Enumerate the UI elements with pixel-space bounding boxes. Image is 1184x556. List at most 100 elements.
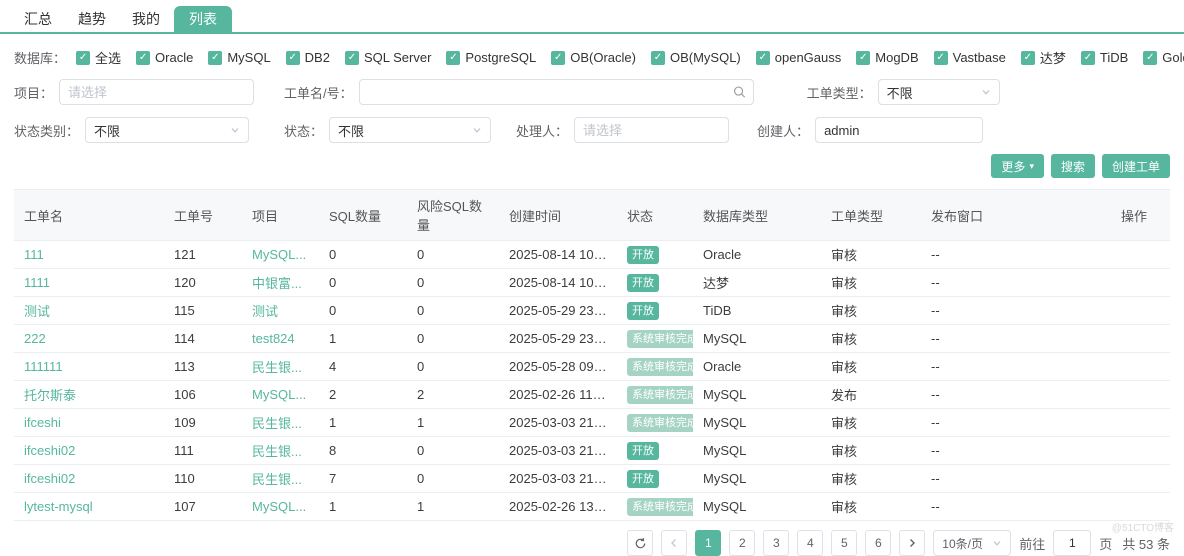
order-name-link[interactable]: lytest-mysql	[24, 499, 93, 514]
next-page-button[interactable]	[899, 530, 925, 556]
search-button[interactable]: 搜索	[1051, 154, 1095, 178]
column-header: 工单名	[14, 190, 164, 241]
handler-select-input[interactable]	[574, 117, 729, 143]
column-header: 创建时间	[499, 190, 617, 241]
order-name-link[interactable]: 111	[24, 247, 44, 262]
project-cell: 民生银...	[242, 409, 319, 437]
db-option-GoldenDB[interactable]: ✓GoldenDB	[1143, 50, 1184, 65]
page-button-5[interactable]: 5	[831, 530, 857, 556]
project-link[interactable]: test824	[252, 331, 295, 346]
order-type-cell: 审核	[821, 269, 921, 297]
page-button-4[interactable]: 4	[797, 530, 823, 556]
order-type-value: 不限	[887, 83, 913, 102]
order-type-cell: 审核	[821, 409, 921, 437]
tab-我的[interactable]: 我的	[120, 6, 172, 32]
tab-列表[interactable]: 列表	[174, 6, 232, 32]
page-numbers: 123456	[695, 530, 891, 556]
db-option-全选[interactable]: ✓全选	[76, 48, 121, 67]
sql-count-cell: 0	[319, 269, 407, 297]
db-option-label: TiDB	[1100, 50, 1128, 65]
page-button-1[interactable]: 1	[695, 530, 721, 556]
handler-label: 处理人：	[516, 121, 568, 140]
project-link[interactable]: MySQL...	[252, 499, 306, 514]
db-type-cell: MySQL	[693, 493, 821, 521]
project-link[interactable]: MySQL...	[252, 387, 306, 402]
db-option-Oracle[interactable]: ✓Oracle	[136, 50, 193, 65]
more-button[interactable]: 更多 ▾	[991, 154, 1044, 178]
workorder-list-page: 汇总趋势我的列表 数据库： ✓全选✓Oracle✓MySQL✓DB2✓SQL S…	[0, 0, 1184, 556]
db-option-MogDB[interactable]: ✓MogDB	[856, 50, 918, 65]
chevron-left-icon	[669, 538, 679, 548]
status-select[interactable]: 不限	[329, 117, 491, 143]
db-type-cell: MySQL	[693, 465, 821, 493]
db-type-cell: TiDB	[693, 297, 821, 325]
project-link[interactable]: 民生银...	[252, 360, 302, 375]
status-badge: 系统审核完成	[627, 414, 693, 432]
order-name-link[interactable]: ifceshi02	[24, 443, 75, 458]
status-badge: 开放	[627, 274, 659, 292]
page-button-2[interactable]: 2	[729, 530, 755, 556]
status-category-select[interactable]: 不限	[85, 117, 249, 143]
db-option-SQL Server[interactable]: ✓SQL Server	[345, 50, 431, 65]
status-badge: 开放	[627, 470, 659, 488]
status-cell: 系统审核完成	[617, 409, 693, 437]
order-name-link[interactable]: ifceshi02	[24, 471, 75, 486]
db-option-OB(MySQL)[interactable]: ✓OB(MySQL)	[651, 50, 741, 65]
db-option-达梦[interactable]: ✓达梦	[1021, 48, 1066, 67]
create-order-button[interactable]: 创建工单	[1102, 154, 1170, 178]
order-type-cell: 审核	[821, 325, 921, 353]
creator-filter: 创建人：	[757, 117, 983, 143]
created-time-cell: 2025-05-29 23:18:52	[499, 325, 617, 353]
db-option-PostgreSQL[interactable]: ✓PostgreSQL	[446, 50, 536, 65]
db-option-label: GoldenDB	[1162, 50, 1184, 65]
creator-input[interactable]	[815, 117, 983, 143]
order-name-label: 工单名/号：	[284, 83, 353, 102]
project-link[interactable]: 民生银...	[252, 472, 302, 487]
operations-cell	[1111, 409, 1170, 437]
db-option-Vastbase[interactable]: ✓Vastbase	[934, 50, 1006, 65]
sql-count-cell: 0	[319, 297, 407, 325]
order-name-link[interactable]: 111111	[24, 359, 63, 374]
sql-count-cell: 4	[319, 353, 407, 381]
project-link[interactable]: 民生银...	[252, 444, 302, 459]
table-body: 111 121 MySQL... 0 0 2025-08-14 10:44:33…	[14, 241, 1170, 521]
order-name-link[interactable]: 测试	[24, 304, 50, 319]
db-option-TiDB[interactable]: ✓TiDB	[1081, 50, 1128, 65]
project-link[interactable]: 民生银...	[252, 416, 302, 431]
db-option-label: MogDB	[875, 50, 918, 65]
page-button-3[interactable]: 3	[763, 530, 789, 556]
order-name-input[interactable]	[359, 79, 754, 105]
db-option-label: openGauss	[775, 50, 842, 65]
project-cell: 民生银...	[242, 437, 319, 465]
project-link[interactable]: 中银富...	[252, 276, 302, 291]
checkbox-checked-icon: ✓	[551, 51, 565, 65]
status-category-label: 状态类别：	[14, 121, 79, 140]
order-name-link[interactable]: 222	[24, 331, 46, 346]
project-select-input[interactable]	[59, 79, 254, 105]
pagination: 123456 10条/页 前往 页 共 53 条	[14, 530, 1170, 556]
tab-趋势[interactable]: 趋势	[66, 6, 118, 32]
db-option-OB(Oracle)[interactable]: ✓OB(Oracle)	[551, 50, 636, 65]
release-window-cell: --	[921, 437, 1111, 465]
sql-count-cell: 1	[319, 325, 407, 353]
sql-count-cell: 2	[319, 381, 407, 409]
db-option-openGauss[interactable]: ✓openGauss	[756, 50, 842, 65]
order-name-link[interactable]: 1111	[24, 275, 50, 290]
order-name-link[interactable]: 托尔斯泰	[24, 388, 76, 403]
project-cell: 中银富...	[242, 269, 319, 297]
order-type-select[interactable]: 不限	[878, 79, 1000, 105]
project-link[interactable]: MySQL...	[252, 247, 306, 262]
goto-page-input[interactable]	[1053, 530, 1091, 556]
prev-page-button[interactable]	[661, 530, 687, 556]
tab-汇总[interactable]: 汇总	[12, 6, 64, 32]
refresh-button[interactable]	[627, 530, 653, 556]
checkbox-checked-icon: ✓	[345, 51, 359, 65]
db-type-cell: MySQL	[693, 325, 821, 353]
db-option-DB2[interactable]: ✓DB2	[286, 50, 330, 65]
project-link[interactable]: 测试	[252, 304, 278, 319]
page-size-select[interactable]: 10条/页	[933, 530, 1011, 556]
db-option-MySQL[interactable]: ✓MySQL	[208, 50, 270, 65]
order-name-link[interactable]: ifceshi	[24, 415, 61, 430]
page-button-6[interactable]: 6	[865, 530, 891, 556]
search-icon[interactable]	[733, 86, 746, 99]
